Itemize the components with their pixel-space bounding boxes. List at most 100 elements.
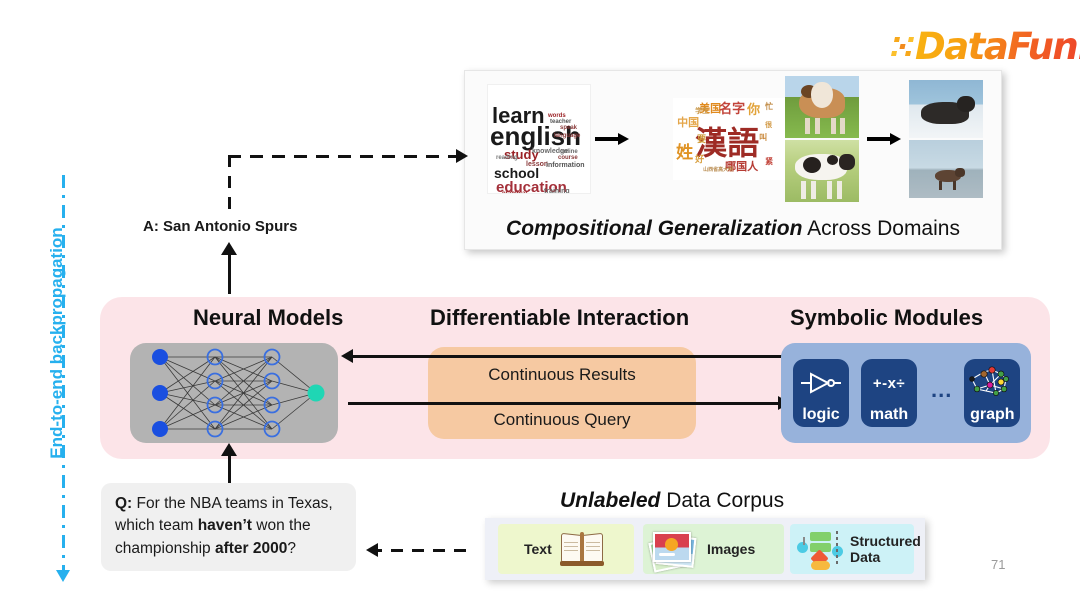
word-cloud-term: speak xyxy=(560,125,578,131)
module-graph-label: graph xyxy=(970,406,1015,423)
symbolic-modules-title: Symbolic Modules xyxy=(790,305,984,330)
word-cloud-term: 紧 xyxy=(765,157,774,166)
continuous-results-arrow-shaft xyxy=(352,355,782,358)
question-prefix: Q: xyxy=(115,495,133,512)
continuous-query-arrow-shaft xyxy=(348,402,780,405)
word-cloud-term: 姓 xyxy=(676,143,694,163)
neural-node xyxy=(152,421,168,437)
corpus-title-bold: Unlabeled xyxy=(560,489,661,512)
dark-cow-on-snow-photo xyxy=(909,80,983,138)
corpus-card-structured-line2: Data xyxy=(850,549,881,565)
word-cloud-term: 中国 xyxy=(677,116,700,129)
corpus-card-text[interactable]: Text xyxy=(498,524,634,574)
question-box: Q: For the NBA teams in Texas, which tea… xyxy=(101,483,356,571)
neural-to-answer-arrow-shaft xyxy=(228,252,231,294)
corpus-card-structured-line1: Structured xyxy=(850,532,921,549)
differentiable-interaction-title: Differentiable Interaction xyxy=(430,305,690,330)
neural-to-answer-arrowhead-icon xyxy=(221,242,237,255)
question-line2-bold: haven’t xyxy=(197,517,252,535)
unlabeled-data-corpus-title: Unlabeled Data Corpus xyxy=(560,489,784,513)
module-math-label: math xyxy=(869,406,909,423)
english-word-cloud: learn english study school education knowledg… xyxy=(487,84,592,194)
word-cloud-term: course xyxy=(558,155,578,161)
datafun-logo: DataFun. xyxy=(890,28,1080,65)
language-transfer-arrow-icon xyxy=(595,133,630,145)
word-cloud-term: 学生 xyxy=(695,107,710,115)
symbolic-modules-box: logic +-x÷ math ... graph xyxy=(781,343,1031,443)
word-cloud-term: 叫 xyxy=(759,133,768,142)
word-cloud-term: 忙 xyxy=(765,102,774,111)
corpus-to-question-dashed-shaft xyxy=(370,549,468,552)
flowchart-icon xyxy=(796,529,844,570)
compositional-generalization-caption: Compositional Generalization Across Doma… xyxy=(465,217,1001,241)
question-line3-bold: after 2000 xyxy=(214,539,288,557)
math-glyph-text: +-x÷ xyxy=(872,374,906,392)
word-cloud-term: 山西省高大明 xyxy=(703,167,734,173)
chinese-word-cloud: 漢語 美国 名字你忙中国姓学生要好哪国人叫很紧山西省高大明 xyxy=(673,98,785,180)
logo-dots-icon xyxy=(890,37,915,56)
corpus-card-text-label: Text xyxy=(524,540,552,557)
backpropagation-arrowhead-icon xyxy=(56,570,70,582)
word-cloud-term: information xyxy=(546,162,585,169)
word-cloud-term: training xyxy=(544,188,570,194)
answer-label: A: San Antonio Spurs xyxy=(143,218,298,235)
corpus-card-structured-label: Structured Data xyxy=(850,533,921,565)
node-graph-icon xyxy=(964,359,1020,407)
target-cow-photos xyxy=(909,80,983,198)
modules-ellipsis: ... xyxy=(931,377,953,402)
math-operators-icon: +-x÷ xyxy=(861,359,917,407)
corpus-to-question-arrowhead-icon xyxy=(366,543,378,557)
question-to-neural-arrowhead-icon xyxy=(221,443,237,456)
answer-dashed-horizontal-segment xyxy=(228,155,458,158)
word-cloud-term: language xyxy=(554,133,581,139)
module-logic-label: logic xyxy=(802,406,840,423)
source-cow-photos xyxy=(785,76,859,202)
question-line3-b: ? xyxy=(287,539,296,557)
word-cloud-term: 名字 xyxy=(719,102,746,117)
vision-transfer-arrow-icon xyxy=(867,133,901,145)
caption-rest-part: Across Domains xyxy=(802,217,960,240)
corpus-card-structured-data[interactable]: Structured Data xyxy=(790,524,921,574)
answer-dashed-arrowhead-icon xyxy=(456,149,468,163)
word-cloud-term: 很 xyxy=(765,121,773,129)
brown-cow-on-grass-photo xyxy=(785,76,859,138)
backpropagation-label: End-to-end backpropagation xyxy=(47,227,66,459)
module-graph[interactable]: graph xyxy=(964,359,1021,427)
caption-bold-part: Compositional Generalization xyxy=(506,217,803,240)
module-logic[interactable]: logic xyxy=(793,359,849,427)
open-book-icon xyxy=(559,532,604,566)
cow-in-water-photo xyxy=(909,140,983,198)
word-cloud-term: reading xyxy=(496,155,518,161)
neural-network-svg xyxy=(152,348,325,438)
compositional-generalization-panel: learn english study school education knowledg… xyxy=(464,70,1002,250)
question-line2-b: won the xyxy=(251,517,311,535)
page-number: 71 xyxy=(991,557,1006,572)
neural-models-title: Neural Models xyxy=(193,305,344,330)
question-line3-a: championship xyxy=(115,539,215,557)
slide-canvas: DataFun. learn english study school educatio… xyxy=(0,0,1080,607)
continuous-results-arrowhead-icon xyxy=(341,349,353,363)
word-cloud-term: 要 xyxy=(697,135,707,145)
continuous-results-label: Continuous Results xyxy=(488,365,636,384)
question-line1: For the NBA teams in Texas, xyxy=(132,495,333,512)
word-cloud-term: grammar xyxy=(502,191,528,194)
continuous-query-label: Continuous Query xyxy=(493,410,631,429)
domain-transfer-row: learn english study school education knowledg… xyxy=(465,75,1001,203)
question-line2-a: which team xyxy=(115,517,198,535)
neural-node xyxy=(152,385,168,401)
neural-network-diagram xyxy=(130,343,338,443)
not-gate-icon xyxy=(793,359,849,407)
holstein-cow-on-grass-photo xyxy=(785,140,859,202)
word-cloud-term: 好 xyxy=(695,155,705,165)
word-cloud-term: 你 xyxy=(747,103,761,118)
answer-dashed-vertical-segment xyxy=(228,155,231,215)
corpus-card-images[interactable]: Images xyxy=(643,524,784,574)
corpus-title-rest: Data Corpus xyxy=(660,489,785,512)
logo-text: DataFun. xyxy=(915,28,1080,65)
data-corpus-panel: Text Images Structured Data xyxy=(485,518,925,580)
neural-node xyxy=(152,349,168,365)
photo-stack-icon xyxy=(648,531,697,573)
module-math[interactable]: +-x÷ math xyxy=(861,359,917,427)
neuro-symbolic-container: Neural Models Differentiable Interaction… xyxy=(100,297,1050,459)
neural-node xyxy=(307,384,325,402)
